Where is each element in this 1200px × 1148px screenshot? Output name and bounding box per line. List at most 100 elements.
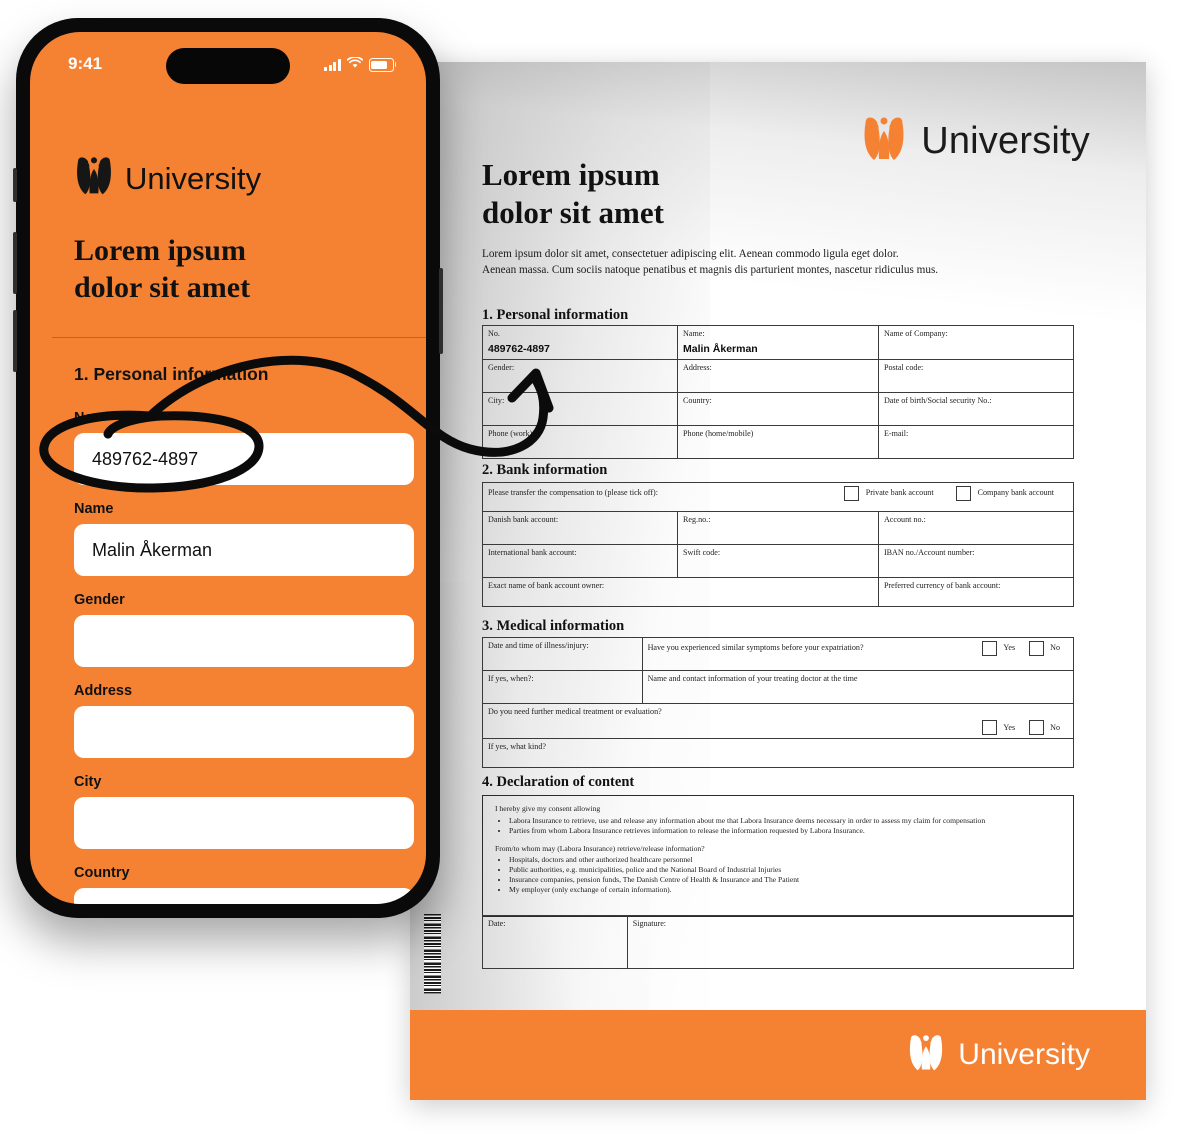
cell-company[interactable]: Name of Company: (877, 324, 1075, 361)
phone-title-line1: Lorem ipsum (74, 234, 246, 267)
checkbox-similar-yes[interactable] (982, 641, 998, 656)
phone-title-line2: dolor sit amet (74, 271, 251, 305)
cell-no-value: 489762-4897 (488, 343, 550, 356)
list-item: My employer (only exchange of certain in… (509, 885, 1061, 895)
field-no: No. 489762-4897 (74, 410, 414, 485)
table-row: City: Country: Date of birth/Social secu… (481, 392, 1075, 427)
cell-international-bank-account[interactable]: International bank account: (481, 544, 679, 578)
cell-account-owner[interactable]: Exact name of bank account owner: (482, 577, 879, 607)
wifi-icon (346, 56, 364, 74)
similar-symptoms-label: Have you experienced similar symptoms be… (647, 643, 864, 653)
cell-country[interactable]: Country: (677, 392, 879, 427)
table-row: Please transfer the compensation to (ple… (482, 482, 1074, 512)
table-row: Date: Signature: (482, 915, 1075, 969)
consent-list: Labora Insurance to retrieve, use and re… (495, 816, 1061, 836)
university-tulip-logo-icon (74, 154, 114, 203)
cell-signature[interactable]: Signature: (626, 915, 1075, 969)
cell-transfer-options: Please transfer the compensation to (ple… (482, 482, 1074, 512)
checkbox-private-bank-account[interactable] (843, 486, 859, 501)
cell-date[interactable]: Date: (482, 915, 628, 969)
section4-heading: 4. Declaration of content (482, 774, 635, 790)
section1-heading: 1. Personal information (482, 307, 629, 323)
silent-switch-button[interactable] (13, 168, 17, 202)
document-intro-line2: Aenean massa. Cum sociis natoque penatib… (482, 263, 939, 276)
cellular-signal-icon (324, 59, 341, 71)
cell-illness-datetime[interactable]: Date and time of illness/injury: (482, 637, 643, 671)
cell-preferred-currency[interactable]: Preferred currency of bank account: (877, 577, 1075, 607)
table-row: Danish bank account: Reg.no.: Account no… (481, 511, 1075, 545)
table-row: No. 489762-4897 Name: Malin Åkerman Name… (481, 324, 1075, 361)
cell-regno[interactable]: Reg.no.: (677, 511, 879, 545)
screenshot-canvas: University Lorem ipsum dolor sit amet Lo… (0, 0, 1200, 1148)
document-title: Lorem ipsum dolor sit amet (482, 156, 882, 232)
document-page: University Lorem ipsum dolor sit amet Lo… (410, 62, 1146, 1100)
further-treatment-label: Do you need further medical treatment or… (488, 707, 662, 716)
checkbox-further-no[interactable] (1029, 720, 1045, 736)
cell-company-label: Name of Company: (883, 329, 948, 338)
cell-name[interactable]: Name: Malin Åkerman (677, 324, 879, 361)
retrieve-list: Hospitals, doctors and other authorized … (495, 855, 1061, 894)
cell-no[interactable]: No. 489762-4897 (481, 324, 679, 361)
cell-dob[interactable]: Date of birth/Social security No.: (877, 392, 1075, 427)
cell-danish-bank-account[interactable]: Danish bank account: (481, 511, 679, 545)
status-icons (324, 56, 397, 74)
checkbox-similar-no[interactable] (1029, 641, 1045, 656)
cell-city[interactable]: City: (481, 392, 679, 427)
name-input[interactable]: Malin Åkerman (74, 524, 414, 576)
table-row: International bank account: Swift code: … (481, 544, 1075, 578)
cell-phone-work[interactable]: Phone (work): (481, 425, 679, 460)
battery-full-icon (369, 58, 397, 72)
vertical-barcode-icon (424, 914, 441, 994)
transfer-prompt-label: Please transfer the compensation to (ple… (488, 488, 658, 498)
cell-name-label: Name: (683, 329, 705, 338)
gender-input[interactable] (74, 615, 414, 667)
signature-table: Date: Signature: (482, 915, 1075, 969)
field-gender-label: Gender (74, 592, 125, 608)
no-input[interactable]: 489762-4897 (74, 433, 414, 485)
medical-information-table: Date and time of illness/injury: Have yo… (482, 637, 1075, 769)
cell-email[interactable]: E-mail: (877, 425, 1075, 460)
phone-brand: University (74, 154, 261, 203)
list-item: Insurance companies, pension funds, The … (509, 875, 1061, 885)
field-name-label: Name (74, 501, 114, 517)
cell-ifyes-when[interactable]: If yes, when?: (482, 670, 643, 704)
field-name: Name Malin Åkerman (74, 501, 414, 576)
cell-gender[interactable]: Gender: (481, 359, 679, 394)
cell-ifyes-what-kind[interactable]: If yes, what kind? (482, 738, 1074, 769)
document-title-line2: dolor sit amet (482, 194, 664, 230)
volume-up-button[interactable] (13, 232, 17, 294)
phone-screen: 9:41 University Lorem ipsum dolor sit am… (30, 32, 426, 904)
status-time: 9:41 (68, 54, 103, 73)
power-button[interactable] (439, 268, 443, 354)
cell-further-treatment: Do you need further medical treatment or… (482, 702, 1074, 740)
cell-account-no[interactable]: Account no.: (877, 511, 1075, 545)
section3-heading: 3. Medical information (482, 618, 625, 634)
cell-phone-home[interactable]: Phone (home/mobile) (677, 425, 879, 460)
phone-section-label: 1. Personal information (74, 364, 269, 384)
table-row: Phone (work): Phone (home/mobile) E-mail… (481, 425, 1075, 460)
cell-postal-code[interactable]: Postal code: (877, 359, 1075, 394)
cell-address[interactable]: Address: (677, 359, 879, 394)
field-no-label: No. (74, 410, 98, 426)
retrieve-intro: From/to whom may (Labora Insurance) retr… (495, 843, 705, 853)
city-input[interactable] (74, 797, 414, 849)
volume-down-button[interactable] (13, 310, 17, 372)
phone-divider (52, 337, 426, 339)
cell-treating-doctor[interactable]: Name and contact information of your tre… (641, 670, 1075, 704)
address-input[interactable] (74, 706, 414, 758)
field-country-label: Country (74, 865, 130, 881)
country-input[interactable] (74, 888, 414, 904)
table-row: If yes, when?: Name and contact informat… (482, 670, 1075, 704)
table-row: Gender: Address: Postal code: (481, 359, 1075, 394)
section2-heading: 2. Bank information (482, 462, 608, 478)
checkbox-company-bank-account[interactable] (955, 486, 971, 501)
document-title-line1: Lorem ipsum (482, 157, 660, 192)
university-tulip-logo-icon (907, 1032, 945, 1079)
checkbox-further-yes[interactable] (982, 720, 998, 736)
cell-swift-code[interactable]: Swift code: (677, 544, 879, 578)
consent-intro: I hereby give my consent allowing (495, 804, 601, 813)
table-row: Date and time of illness/injury: Have yo… (482, 637, 1075, 671)
no-input-value: 489762-4897 (92, 448, 199, 469)
checkbox-company-label: Company bank account (977, 488, 1054, 498)
cell-iban[interactable]: IBAN no./Account number: (877, 544, 1075, 578)
